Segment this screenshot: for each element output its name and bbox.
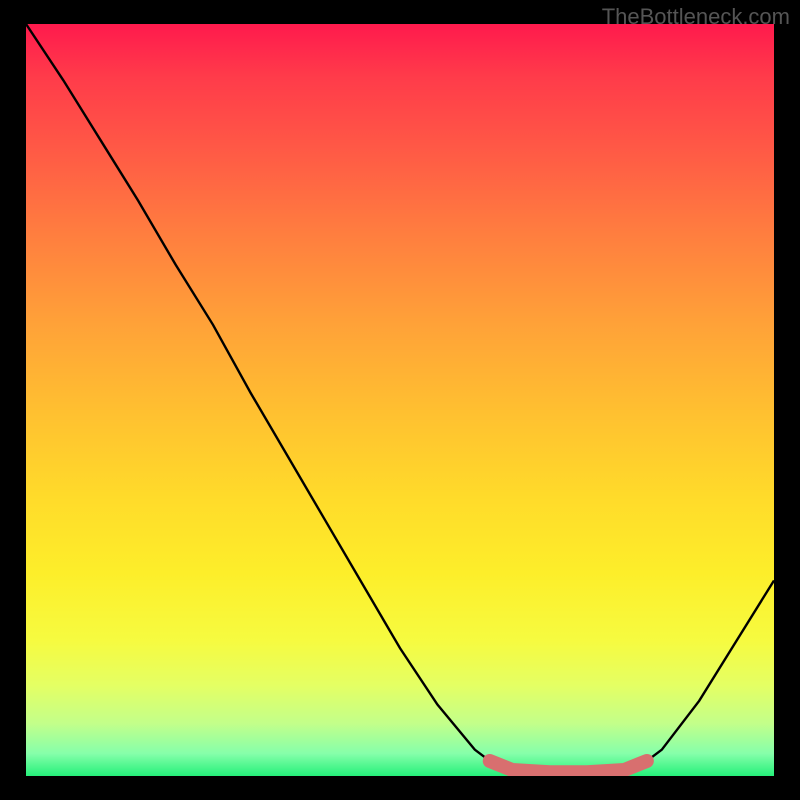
plot-area xyxy=(26,24,774,776)
main-curve xyxy=(26,24,774,772)
watermark-text: TheBottleneck.com xyxy=(602,4,790,30)
highlight-curve xyxy=(490,761,647,772)
curve-svg xyxy=(26,24,774,776)
